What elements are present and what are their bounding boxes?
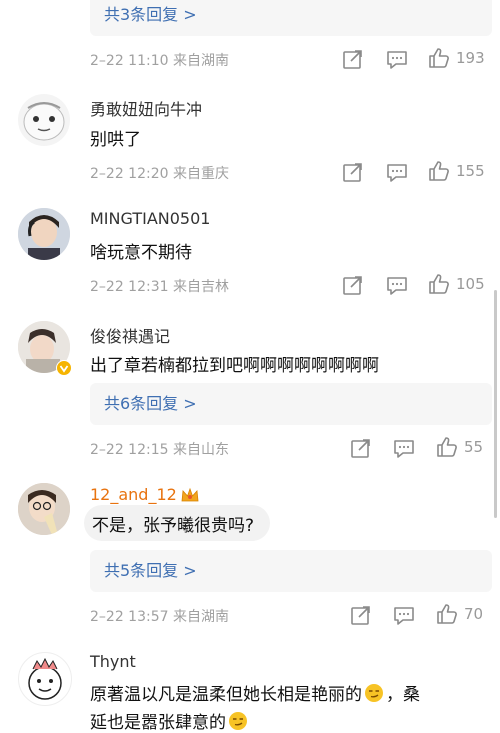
thumbs-up-icon: [436, 436, 458, 458]
like-count: 70: [464, 605, 484, 623]
comment-text-line1: 原著温以凡是温柔但她长相是艳丽的 ，桑: [90, 680, 420, 705]
forward-icon[interactable]: [350, 604, 372, 626]
comment-text: 啥玩意不期待: [90, 243, 192, 263]
forward-icon[interactable]: [342, 274, 364, 296]
thumbs-up-icon: [436, 603, 458, 625]
smirk-emoji-icon: [364, 683, 384, 703]
like-button-0[interactable]: 193: [428, 47, 485, 69]
smirk-emoji-icon: [228, 711, 248, 731]
avatar[interactable]: [18, 652, 72, 706]
comment-icon[interactable]: [386, 161, 408, 183]
comment-icon[interactable]: [393, 437, 415, 459]
forward-icon[interactable]: [342, 161, 364, 183]
reply-thread-label: 共6条回复 >: [104, 394, 197, 413]
comment-text: 不是，张予曦很贵吗?: [92, 515, 255, 536]
comment-text: 延也是嚣张肆意的: [90, 713, 226, 733]
thumbs-up-icon: [428, 47, 450, 69]
comment-text: 原著温以凡是温柔但她长相是艳丽的: [90, 685, 362, 705]
comment-meta-0: 2–22 11:10 来自湖南: [90, 53, 229, 69]
reply-thread-link-0[interactable]: 共3条回复 >: [90, 0, 492, 36]
comment-text-line2: 延也是嚣张肆意的: [90, 708, 248, 733]
forward-icon[interactable]: [350, 437, 372, 459]
comment-text: 别哄了: [90, 130, 141, 150]
reply-thread-link-4[interactable]: 共5条回复 >: [90, 550, 492, 592]
comment-username[interactable]: MINGTIAN0501: [90, 209, 210, 228]
avatar[interactable]: [18, 483, 70, 535]
comment-meta-1: 2–22 12:20 来自重庆: [90, 166, 229, 182]
comment-meta-2: 2–22 12:31 来自吉林: [90, 279, 229, 295]
comment-text: 出了章若楠都拉到吧啊啊啊啊啊啊啊啊: [90, 356, 379, 376]
vip-badge-icon: [56, 360, 72, 376]
forward-icon[interactable]: [342, 48, 364, 70]
crown-badge-icon: [180, 486, 200, 504]
like-button-3[interactable]: 55: [436, 436, 483, 458]
comment-username[interactable]: 勇敢妞妞向牛冲: [90, 96, 202, 120]
thumbs-up-icon: [428, 273, 450, 295]
avatar[interactable]: [18, 208, 70, 260]
like-count: 105: [456, 275, 485, 293]
comment-icon[interactable]: [386, 48, 408, 70]
comment-username[interactable]: 俊俊祺遇记: [90, 323, 170, 347]
reply-thread-label: 共3条回复 >: [104, 5, 197, 24]
like-count: 193: [456, 49, 485, 67]
comment-username[interactable]: 12_and_12: [90, 485, 177, 504]
like-button-4[interactable]: 70: [436, 603, 483, 625]
comment-username[interactable]: Thynt: [90, 652, 136, 671]
thumbs-up-icon: [428, 160, 450, 182]
like-count: 55: [464, 438, 484, 456]
reply-thread-label: 共5条回复 >: [104, 561, 197, 580]
comment-icon[interactable]: [393, 604, 415, 626]
comment-meta-4: 2–22 13:57 来自湖南: [90, 609, 229, 625]
avatar[interactable]: [18, 94, 70, 146]
comment-icon[interactable]: [386, 274, 408, 296]
reply-thread-link-3[interactable]: 共6条回复 >: [90, 383, 492, 425]
comment-bubble: 不是，张予曦很贵吗?: [84, 505, 271, 541]
like-button-2[interactable]: 105: [428, 273, 485, 295]
like-button-1[interactable]: 155: [428, 160, 485, 182]
scrollbar[interactable]: [494, 290, 497, 518]
like-count: 155: [456, 162, 485, 180]
comment-text-tail: ，桑: [386, 685, 420, 705]
comment-meta-3: 2–22 12:15 来自山东: [90, 442, 229, 458]
